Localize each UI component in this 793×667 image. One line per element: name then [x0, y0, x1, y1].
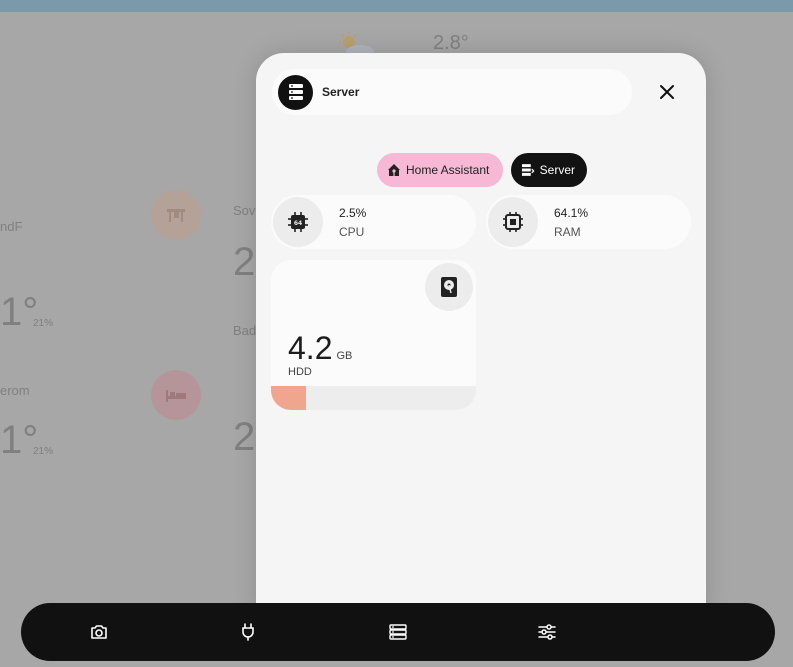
server-dialog: Server Home Assistant Server 64 2.5% CPU…: [256, 53, 706, 613]
dialog-header: Server: [272, 69, 632, 115]
room-label: erom: [0, 383, 30, 398]
power-plug-icon: [242, 623, 254, 641]
ram-label: RAM: [554, 224, 581, 239]
bg-room-icon: [151, 190, 201, 240]
chip-home-assistant[interactable]: Home Assistant: [377, 153, 503, 187]
camera-icon: [91, 625, 107, 639]
hdd-card[interactable]: 4.2 GB HDD: [271, 260, 476, 410]
nav-settings-button[interactable]: [534, 619, 560, 645]
nav-camera-button[interactable]: [86, 619, 112, 645]
tune-icon: [538, 624, 556, 640]
room-label: Bad: [233, 323, 257, 338]
server-icon: [278, 74, 313, 110]
device-chips: Home Assistant Server: [377, 153, 587, 187]
weather-temp: 2.8°: [433, 32, 469, 54]
server-icon: [389, 624, 407, 640]
bottom-navigation: [21, 603, 775, 661]
wardrobe-icon: [167, 209, 185, 222]
chip-server[interactable]: Server: [511, 153, 587, 187]
server-rack-icon: [521, 164, 535, 176]
chip-label: Home Assistant: [406, 163, 490, 177]
memory-chip-icon: [488, 197, 538, 247]
room-humidity: 21%: [33, 318, 54, 329]
chip-label: Server: [539, 163, 575, 177]
svg-text:64: 64: [294, 220, 302, 227]
nav-server-button[interactable]: [385, 619, 411, 645]
cpu-card[interactable]: 64 2.5% CPU: [271, 195, 476, 249]
harddisk-icon: [425, 263, 473, 311]
room-label: Sov: [233, 203, 256, 218]
room-label: ndF: [0, 219, 23, 234]
room-temp: 2: [233, 415, 256, 459]
dialog-title: Server: [322, 85, 360, 99]
cpu-label: CPU: [339, 224, 365, 239]
room-temp: 2: [233, 240, 256, 284]
room-humidity: 21%: [33, 446, 54, 457]
close-icon: [660, 85, 674, 99]
nav-power-button[interactable]: [235, 619, 261, 645]
ram-value: 64.1%: [554, 205, 589, 220]
home-assistant-icon: [388, 164, 400, 176]
ram-card[interactable]: 64.1% RAM: [486, 195, 691, 249]
hdd-unit: GB: [336, 350, 353, 362]
hdd-label: HDD: [288, 366, 312, 378]
hdd-usage-bar: [271, 386, 476, 410]
cpu-value: 2.5%: [339, 205, 367, 220]
bed-icon: [166, 390, 186, 402]
close-button[interactable]: [652, 77, 682, 107]
hdd-value: 4.2: [288, 330, 333, 366]
hdd-usage-fill: [271, 386, 306, 410]
bg-room-icon: [151, 370, 201, 420]
top-bar: [0, 0, 793, 12]
cpu-64bit-icon: 64: [273, 197, 323, 247]
